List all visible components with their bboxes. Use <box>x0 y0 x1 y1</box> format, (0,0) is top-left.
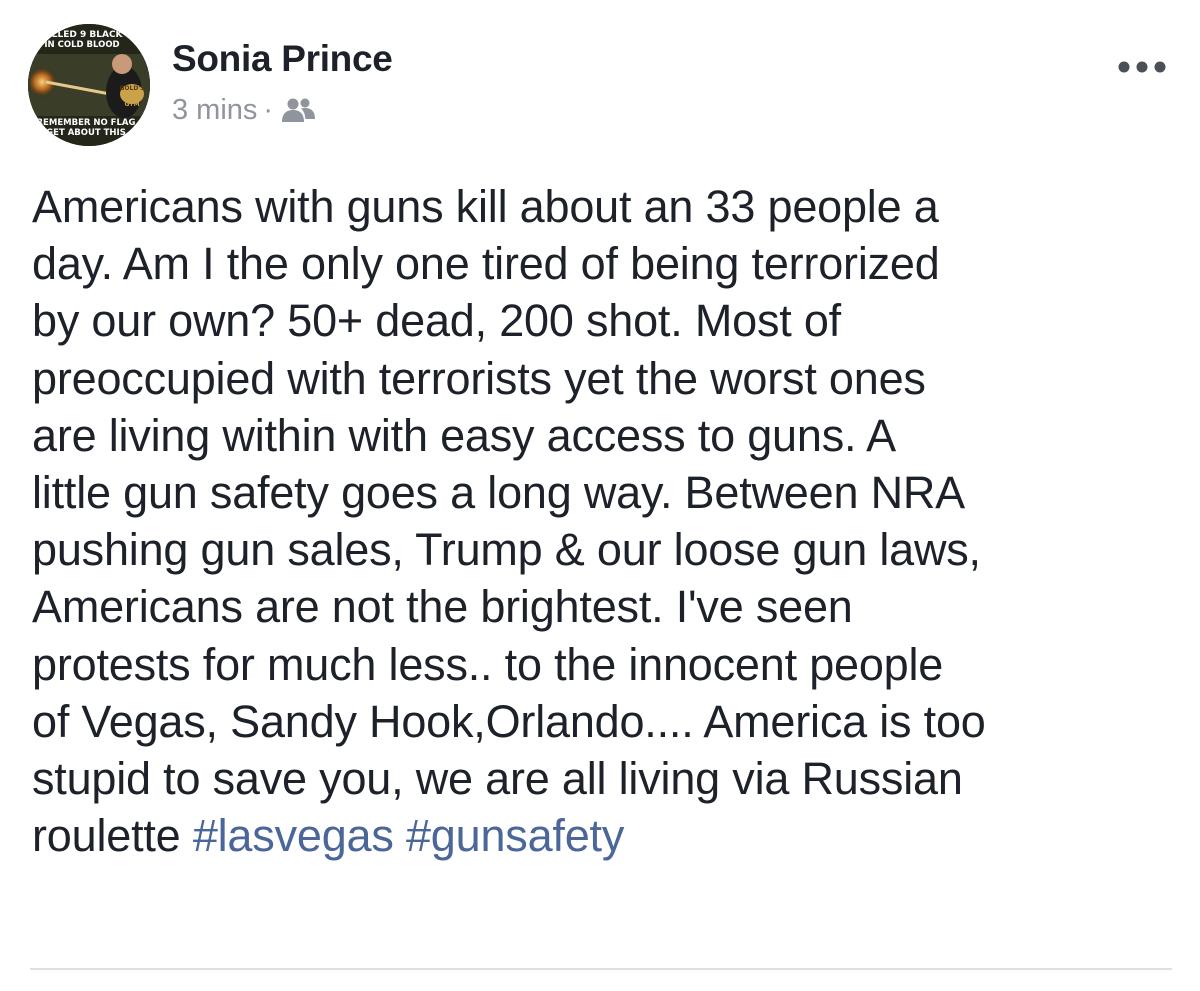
avatar-top-text-1: KILLED 9 BLACK <box>41 30 123 40</box>
post-text-line: Americans with guns kill about an 33 peo… <box>32 181 939 232</box>
post-text-last-line: roulette #lasvegas #gunsafety <box>32 807 1172 864</box>
post-text-line: day. Am I the only one tired of being te… <box>32 238 940 290</box>
facebook-post: GOLD'S GYM KILLED 9 BLACK IN COLD BLOOD … <box>0 0 1200 991</box>
post-text-line: pushing gun sales, Trump & our loose gun… <box>32 524 981 576</box>
avatar-top-text-2: IN COLD BLOOD <box>44 40 119 50</box>
post-timestamp[interactable]: 3 mins <box>172 94 257 127</box>
avatar-bottom-text-2: GET ABOUT THIS <box>46 128 126 138</box>
post-text-line: little gun safety goes a long way. Betwe… <box>32 467 965 519</box>
post-meta: 3 mins · <box>172 92 317 128</box>
avatar-bottom-text-1: REMEMBER NO FLAG <box>37 118 136 128</box>
post-text-line: are living within with easy access to gu… <box>32 409 896 461</box>
avatar-image: GOLD'S GYM KILLED 9 BLACK IN COLD BLOOD … <box>28 24 150 146</box>
post-body: Americans with guns kill about an 33 peo… <box>32 178 1172 864</box>
hashtag-gunsafety[interactable]: #gunsafety <box>406 810 624 861</box>
avatar-shirt-text-2: GYM <box>124 101 139 108</box>
post-text-line: protests for much less.. to the innocent… <box>32 638 944 690</box>
post-text-line: preoccupied with terrorists yet the wors… <box>32 352 926 404</box>
post-text-line: of Vegas, Sandy Hook,Orlando.... America… <box>32 695 986 747</box>
hashtag-lasvegas[interactable]: #lasvegas <box>193 810 394 861</box>
friends-icon[interactable] <box>281 97 317 123</box>
post-divider <box>30 968 1172 970</box>
author-avatar[interactable]: GOLD'S GYM KILLED 9 BLACK IN COLD BLOOD … <box>28 24 150 146</box>
author-name[interactable]: Sonia Prince <box>172 38 393 80</box>
post-text-line: Americans are not the brightest. I've se… <box>32 581 853 633</box>
post-text-line: by our own? 50+ dead, 200 shot. Most of <box>32 295 841 347</box>
post-text-line: stupid to save you, we are all living vi… <box>32 753 963 805</box>
post-text-roulette: roulette <box>32 810 181 862</box>
meta-separator: · <box>263 93 274 126</box>
avatar-shirt-text-1: GOLD'S <box>120 85 145 92</box>
more-options-button[interactable] <box>1112 52 1172 82</box>
more-options-icon <box>1118 61 1166 73</box>
